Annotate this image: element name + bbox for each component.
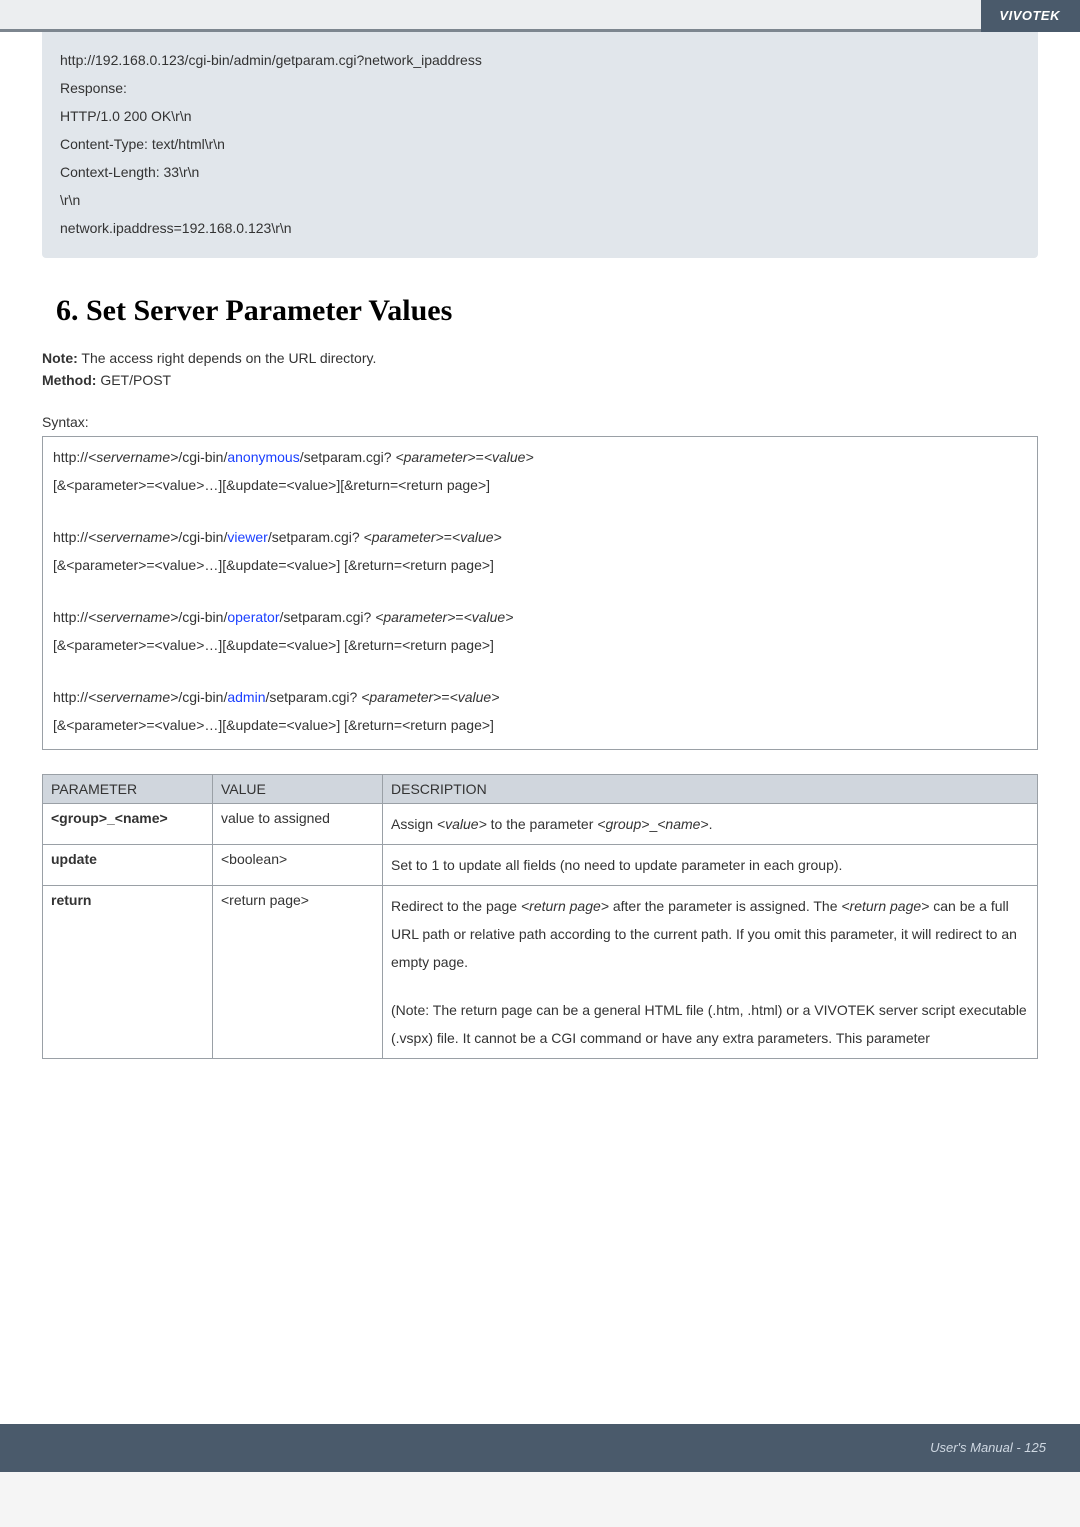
txt: http:// (53, 609, 88, 625)
txt: to the parameter (487, 816, 598, 832)
spacer (391, 976, 1029, 996)
method-text: GET/POST (96, 372, 171, 388)
txt: /cgi-bin/ (178, 689, 227, 705)
footer-bar: User's Manual - 125 (0, 1424, 1080, 1472)
cell-desc: Set to 1 to update all fields (no need t… (383, 845, 1038, 886)
italic: <group> (597, 816, 649, 832)
code-line: \r\n (60, 186, 1020, 214)
value: <value> (452, 529, 502, 545)
syntax-group: http://<servername>/cgi-bin/anonymous/se… (53, 443, 1027, 499)
value: <value> (484, 449, 534, 465)
servername: <servername> (88, 609, 178, 625)
txt: = (476, 449, 484, 465)
syntax-line: [&<parameter>=<value>…][&update=<value>]… (53, 711, 1027, 739)
role: anonymous (227, 449, 299, 465)
txt: . (709, 816, 713, 832)
value: <value> (464, 609, 514, 625)
syntax-line: [&<parameter>=<value>…][&update=<value>]… (53, 551, 1027, 579)
table-header-row: PARAMETER VALUE DESCRIPTION (43, 775, 1038, 804)
txt: (Note: The return page can be a general … (391, 1002, 1027, 1046)
syntax-group: http://<servername>/cgi-bin/operator/set… (53, 603, 1027, 659)
value: <value> (450, 689, 500, 705)
code-line: Context-Length: 33\r\n (60, 158, 1020, 186)
syntax-line: http://<servername>/cgi-bin/operator/set… (53, 603, 1027, 631)
cell-value: value to assigned (213, 804, 383, 845)
cell-param: <group>_<name> (43, 804, 213, 845)
txt: = (444, 529, 452, 545)
footer-text: User's Manual - 125 (930, 1440, 1046, 1455)
code-line: Content-Type: text/html\r\n (60, 130, 1020, 158)
txt: /setparam.cgi? (265, 689, 361, 705)
parameter-table: PARAMETER VALUE DESCRIPTION <group>_<nam… (42, 774, 1038, 1059)
cell-param: return (43, 886, 213, 1059)
note-text: The access right depends on the URL dire… (78, 350, 377, 366)
cell-value: <return page> (213, 886, 383, 1059)
table-row: <group>_<name> value to assigned Assign … (43, 804, 1038, 845)
parameter: <parameter> (361, 689, 441, 705)
code-line: Response: (60, 74, 1020, 102)
servername: <servername> (88, 449, 178, 465)
note-label: Note: (42, 350, 78, 366)
italic: <return page> (841, 898, 929, 914)
role: operator (227, 609, 279, 625)
method-line: Method: GET/POST (42, 372, 1038, 388)
col-parameter: PARAMETER (43, 775, 213, 804)
txt: /setparam.cgi? (268, 529, 364, 545)
syntax-line: [&<parameter>=<value>…][&update=<value>]… (53, 471, 1027, 499)
table-row: update <boolean> Set to 1 to update all … (43, 845, 1038, 886)
role: admin (227, 689, 265, 705)
txt: http:// (53, 689, 88, 705)
table-row: return <return page> Redirect to the pag… (43, 886, 1038, 1059)
note-line: Note: The access right depends on the UR… (42, 350, 1038, 366)
syntax-line: http://<servername>/cgi-bin/anonymous/se… (53, 443, 1027, 471)
cell-param: update (43, 845, 213, 886)
col-value: VALUE (213, 775, 383, 804)
txt: /setparam.cgi? (300, 449, 396, 465)
parameter: <parameter> (395, 449, 475, 465)
section-title: 6. Set Server Parameter Values (56, 294, 1038, 328)
method-label: Method: (42, 372, 96, 388)
cell-desc: Redirect to the page <return page> after… (383, 886, 1038, 1059)
parameter: <parameter> (375, 609, 455, 625)
page-content: http://192.168.0.123/cgi-bin/admin/getpa… (0, 32, 1080, 1472)
txt: /cgi-bin/ (178, 449, 227, 465)
cell-desc: Assign <value> to the parameter <group>_… (383, 804, 1038, 845)
syntax-label: Syntax: (42, 414, 1038, 430)
txt: = (441, 689, 449, 705)
syntax-line: [&<parameter>=<value>…][&update=<value>]… (53, 631, 1027, 659)
syntax-line: http://<servername>/cgi-bin/viewer/setpa… (53, 523, 1027, 551)
syntax-group: http://<servername>/cgi-bin/viewer/setpa… (53, 523, 1027, 579)
header-bar: VIVOTEK (0, 0, 1080, 32)
txt: /cgi-bin/ (178, 529, 227, 545)
parameter: <parameter> (364, 529, 444, 545)
code-line: http://192.168.0.123/cgi-bin/admin/getpa… (60, 46, 1020, 74)
syntax-box: http://<servername>/cgi-bin/anonymous/se… (42, 436, 1038, 750)
txt: /cgi-bin/ (178, 609, 227, 625)
servername: <servername> (88, 529, 178, 545)
txt: after the parameter is assigned. The (609, 898, 841, 914)
syntax-line: http://<servername>/cgi-bin/admin/setpar… (53, 683, 1027, 711)
request-response-block: http://192.168.0.123/cgi-bin/admin/getpa… (42, 32, 1038, 258)
txt: http:// (53, 449, 88, 465)
cell-value: <boolean> (213, 845, 383, 886)
italic: <return page> (521, 898, 609, 914)
col-description: DESCRIPTION (383, 775, 1038, 804)
txt: Assign (391, 816, 437, 832)
code-line: network.ipaddress=192.168.0.123\r\n (60, 214, 1020, 242)
italic: <value> (437, 816, 487, 832)
code-line: HTTP/1.0 200 OK\r\n (60, 102, 1020, 130)
txt: http:// (53, 529, 88, 545)
txt: /setparam.cgi? (280, 609, 376, 625)
italic: <name> (657, 816, 708, 832)
role: viewer (227, 529, 267, 545)
syntax-group: http://<servername>/cgi-bin/admin/setpar… (53, 683, 1027, 739)
txt: = (455, 609, 463, 625)
brand-label: VIVOTEK (981, 0, 1080, 32)
servername: <servername> (88, 689, 178, 705)
txt: Redirect to the page (391, 898, 521, 914)
